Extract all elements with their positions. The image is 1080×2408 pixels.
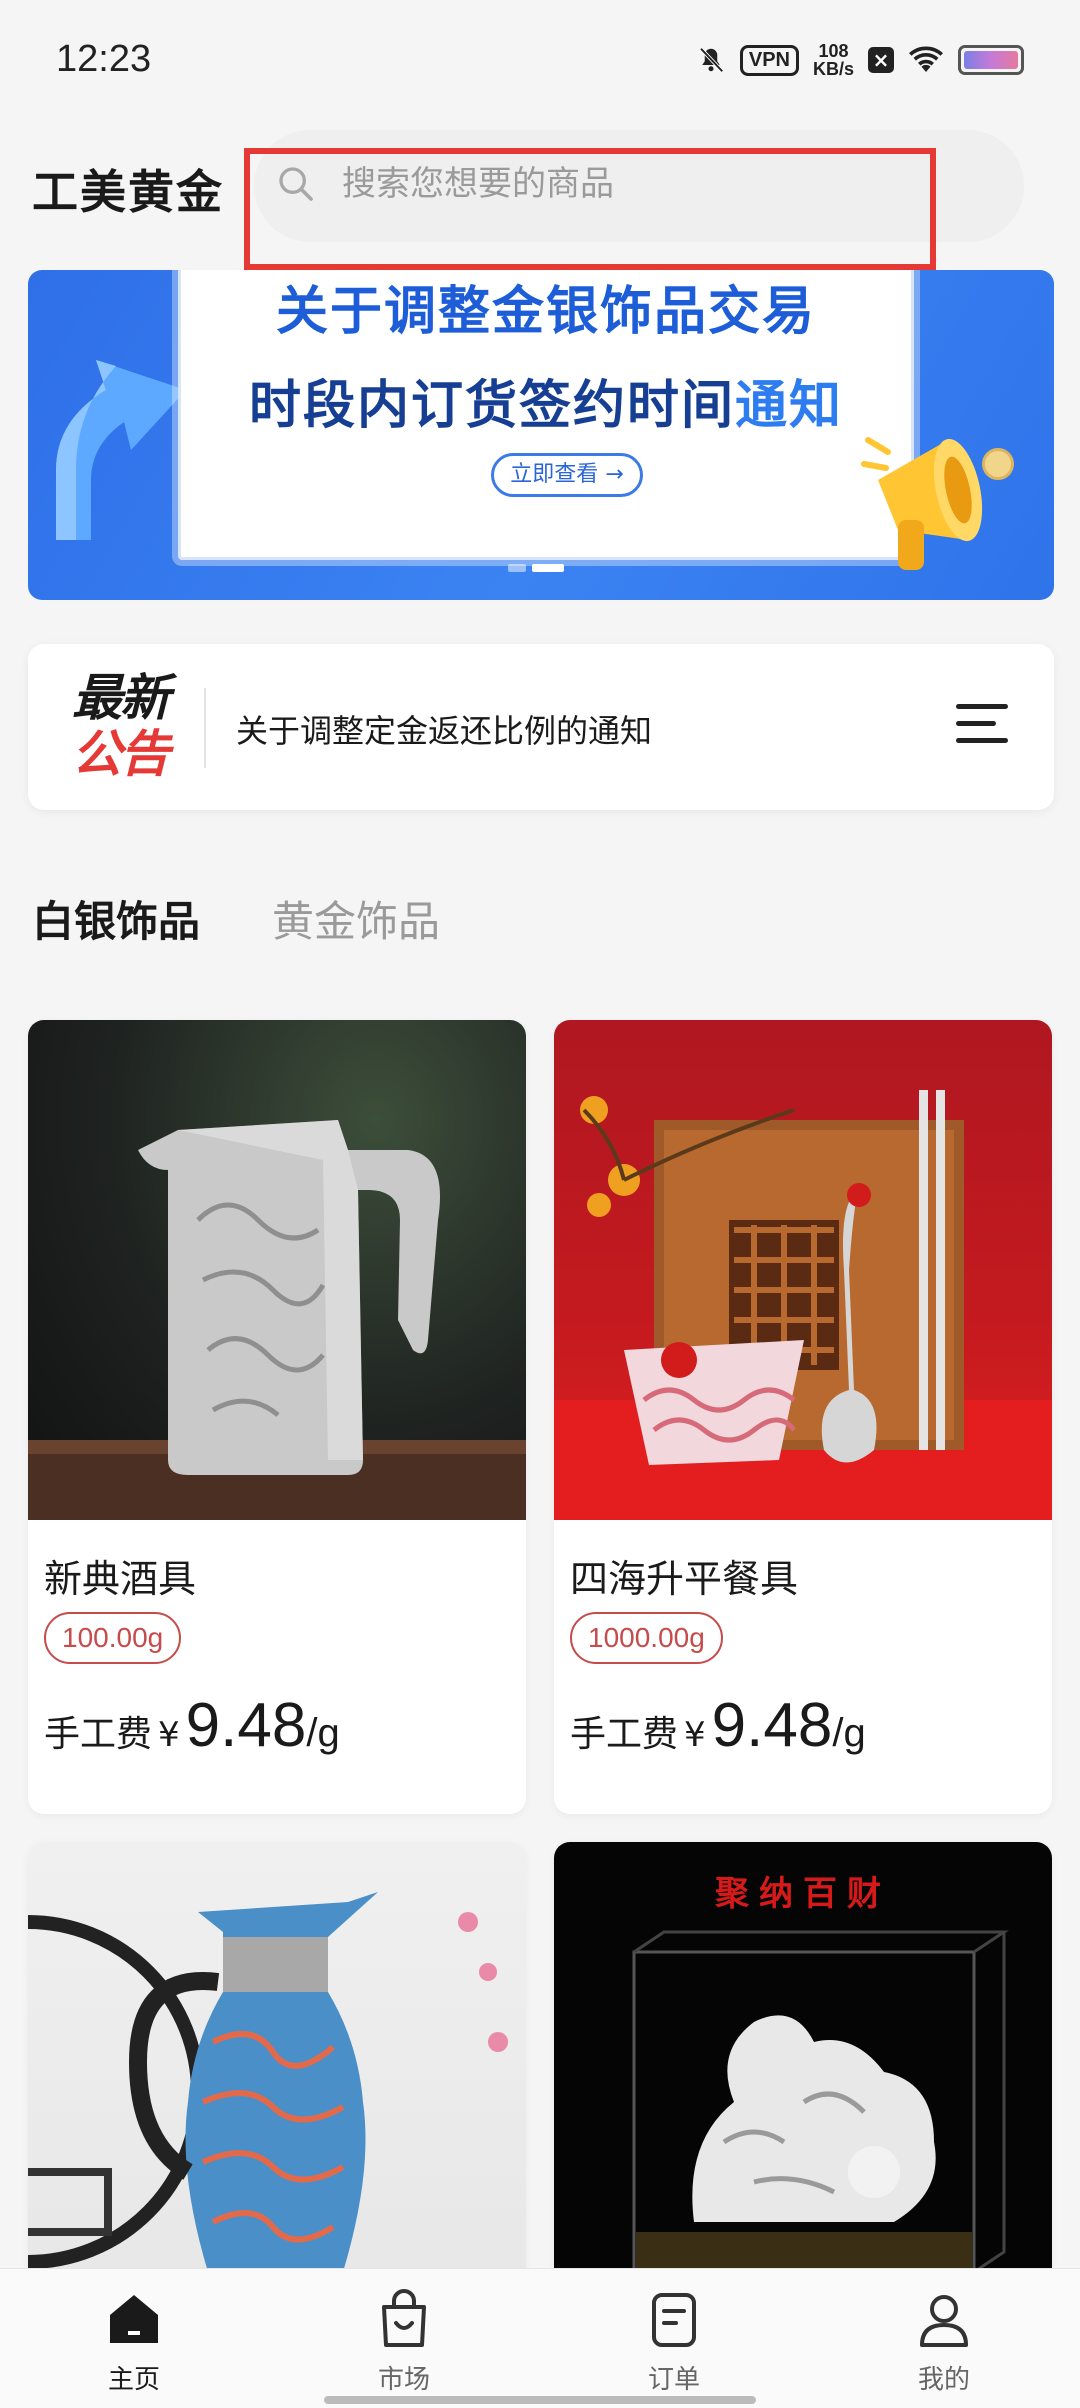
announcement-divider	[204, 688, 206, 768]
close-notification-icon: ×	[868, 47, 894, 73]
banner-headline-1: 关于调整金银饰品交易	[275, 282, 816, 342]
banner-headline-2-highlight: 通知	[735, 376, 844, 436]
nav-orders[interactable]: 订单	[604, 2287, 744, 2396]
product-name: 四海升平餐具	[570, 1557, 799, 1601]
wifi-icon	[908, 45, 944, 75]
product-weight-tag: 100.00g	[44, 1612, 182, 1664]
speed-value: 108	[818, 41, 849, 61]
megaphone-icon	[861, 437, 983, 570]
coin-icon	[982, 448, 1014, 480]
banner-pagination	[508, 564, 564, 572]
arrow-graphic-icon	[56, 360, 186, 540]
bottom-navigation: 主页 市场 订单 我的	[0, 2268, 1080, 2408]
profile-icon	[920, 2295, 968, 2347]
announcement-badge-line1: 最新	[72, 669, 170, 727]
speed-unit: KB/s	[812, 59, 854, 79]
announcement-badge-line2: 公告	[72, 725, 170, 783]
product-image-tableware-set	[554, 1020, 1052, 1520]
nav-home[interactable]: 主页	[64, 2287, 204, 2396]
menu-icon[interactable]	[956, 704, 1008, 748]
banner-card: 关于调整金银饰品交易 时段内订货签约时间通知 立即查看 →	[178, 270, 914, 560]
product-card[interactable]: 新典酒具 100.00g 手工费 ¥ 9.48 /g	[28, 1020, 526, 1814]
product-image-enamel-vase	[28, 1842, 526, 2342]
banner-headline-2-main: 时段内订货签约时间	[248, 376, 735, 436]
price-value: 9.48	[185, 1691, 307, 1760]
tab-gold-jewelry[interactable]: 黄金饰品	[272, 888, 440, 949]
nav-market-label: 市场	[377, 2365, 430, 2395]
tab-silver-jewelry[interactable]: 白银饰品	[32, 888, 200, 949]
announcement-badge: 最新 公告	[72, 670, 192, 790]
price-label: 手工费	[570, 1714, 679, 1755]
banner-dot-active	[532, 564, 564, 572]
product-name: 新典酒具	[44, 1557, 197, 1601]
status-icons: VPN 108 KB/s ×	[696, 42, 1024, 78]
price-value: 9.48	[711, 1691, 833, 1760]
promo-banner[interactable]: 关于调整金银饰品交易 时段内订货签约时间通知 立即查看 →	[28, 270, 1054, 600]
network-speed-icon: 108 KB/s	[813, 42, 854, 78]
price-unit: /g	[306, 1711, 340, 1755]
product-image-silver-pitcher	[28, 1020, 526, 1520]
product-card[interactable]: 四海升平餐具 1000.00g 手工费 ¥ 9.48 /g	[554, 1020, 1052, 1814]
product-weight-tag: 1000.00g	[570, 1612, 723, 1664]
mute-bell-icon	[696, 45, 726, 75]
home-icon	[110, 2295, 158, 2343]
status-bar: 12:23 VPN 108 KB/s ×	[0, 0, 1080, 120]
nav-market[interactable]: 市场	[334, 2287, 474, 2396]
price-unit: /g	[832, 1711, 866, 1755]
price-currency: ¥	[158, 1715, 180, 1755]
nav-profile-label: 我的	[917, 2365, 970, 2395]
app-title: 工美黄金	[32, 165, 224, 219]
search-highlight-box	[244, 148, 936, 270]
nav-profile[interactable]: 我的	[874, 2287, 1014, 2396]
nav-orders-label: 订单	[647, 2365, 700, 2395]
announcement-bar[interactable]: 最新 公告 关于调整定金返还比例的通知	[28, 644, 1054, 810]
price-label: 手工费	[44, 1714, 153, 1755]
status-time: 12:23	[56, 38, 152, 80]
document-icon	[652, 2293, 696, 2347]
product-price: 手工费 ¥ 9.48 /g	[570, 1690, 866, 1761]
nav-home-label: 主页	[107, 2365, 160, 2395]
vpn-icon: VPN	[739, 44, 799, 76]
product-price: 手工费 ¥ 9.48 /g	[44, 1690, 340, 1761]
shopping-bag-icon	[382, 2289, 426, 2347]
price-currency: ¥	[684, 1715, 706, 1755]
banner-headline-2: 时段内订货签约时间通知	[181, 363, 911, 438]
battery-icon	[958, 45, 1024, 75]
product-image-silver-pixiu: 聚纳百财	[554, 1842, 1052, 2342]
banner-dot	[508, 564, 526, 572]
home-indicator[interactable]	[324, 2396, 756, 2404]
announcement-text[interactable]: 关于调整定金返还比例的通知	[236, 706, 652, 752]
banner-view-now-button[interactable]: 立即查看 →	[491, 453, 643, 497]
